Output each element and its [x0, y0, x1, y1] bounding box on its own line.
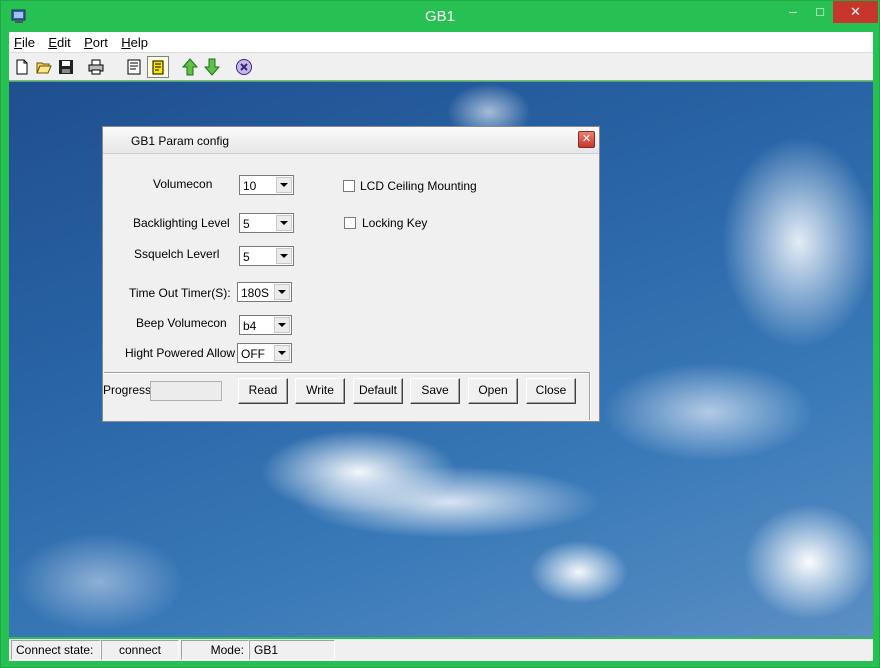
squelch-value: 5: [243, 250, 250, 264]
high-power-label: Hight Powered Allow: [125, 346, 236, 360]
lcd-ceiling-label[interactable]: LCD Ceiling Mounting: [360, 179, 477, 193]
backlighting-select[interactable]: 5: [239, 213, 294, 233]
open-icon: [36, 62, 52, 74]
timeout-select[interactable]: 180S: [237, 282, 292, 302]
default-button[interactable]: Default: [353, 378, 403, 404]
download-button[interactable]: [201, 56, 223, 78]
timeout-label: Time Out Timer(S):: [129, 286, 231, 300]
dialog-divider-vertical: [589, 372, 591, 420]
properties-button[interactable]: [123, 56, 145, 78]
backlighting-value: 5: [243, 217, 250, 231]
beep-select[interactable]: b4: [239, 315, 292, 335]
print-button[interactable]: [85, 56, 107, 78]
chevron-down-icon[interactable]: [276, 215, 292, 231]
dialog-divider: [104, 372, 590, 374]
menu-file-key: F: [14, 35, 22, 50]
lcd-ceiling-checkbox[interactable]: [343, 180, 355, 192]
note-icon: [152, 60, 164, 75]
menu-edit[interactable]: Edit: [43, 32, 75, 50]
dialog-close-button[interactable]: ✕: [578, 131, 595, 148]
open-button[interactable]: [33, 56, 55, 78]
chevron-down-icon[interactable]: [274, 345, 290, 361]
minimize-button[interactable]: –: [779, 1, 807, 23]
chevron-down-icon[interactable]: [274, 317, 290, 333]
volumecon-label: Volumecon: [153, 177, 213, 191]
progress-bar: [150, 381, 222, 401]
read-button[interactable]: Read: [238, 378, 288, 404]
timeout-value: 180S: [241, 286, 270, 300]
volumecon-value: 10: [243, 179, 257, 193]
new-icon: [16, 59, 28, 75]
open-params-button[interactable]: Open: [468, 378, 518, 404]
menu-port-label: ort: [92, 35, 108, 50]
menu-port[interactable]: Port: [79, 32, 113, 50]
print-icon: [88, 59, 104, 75]
menu-edit-key: E: [48, 35, 57, 50]
properties-icon: [127, 59, 141, 75]
squelch-select[interactable]: 5: [239, 246, 294, 266]
mode-value: GB1: [249, 640, 335, 660]
backlighting-label: Backlighting Level: [133, 216, 230, 230]
menu-help[interactable]: Help: [116, 32, 153, 50]
menu-bar: File Edit Port Help: [9, 32, 873, 53]
stop-button[interactable]: [233, 56, 255, 78]
volumecon-select[interactable]: 10: [239, 175, 294, 195]
upload-button[interactable]: [179, 56, 201, 78]
download-icon: [203, 58, 221, 76]
write-button[interactable]: Write: [295, 378, 345, 404]
high-power-value: OFF: [241, 347, 265, 361]
high-power-select[interactable]: OFF: [237, 343, 292, 363]
note-button[interactable]: [147, 56, 169, 78]
connect-state-value: connect: [101, 640, 179, 660]
beep-value: b4: [243, 319, 257, 333]
locking-key-checkbox[interactable]: [344, 217, 356, 229]
maximize-button[interactable]: □: [806, 1, 834, 23]
window-title: GB1: [424, 8, 455, 25]
menu-file[interactable]: File: [9, 32, 40, 50]
upload-icon: [181, 58, 199, 76]
menu-help-key: H: [121, 35, 131, 50]
save-button[interactable]: [55, 56, 77, 78]
progress-label: Progress: [103, 383, 152, 397]
chevron-down-icon[interactable]: [276, 248, 292, 264]
toolbar: [9, 53, 873, 81]
mode-label: Mode:: [181, 640, 249, 660]
new-button[interactable]: [11, 56, 33, 78]
dialog-title-bar[interactable]: GB1 Param config ✕: [103, 127, 599, 154]
status-bar: Connect state: connect Mode: GB1: [9, 639, 873, 661]
dialog-title: GB1 Param config: [131, 134, 230, 148]
locking-key-label[interactable]: Locking Key: [362, 216, 427, 230]
squelch-label: Ssquelch Leverl: [134, 247, 220, 261]
chevron-down-icon[interactable]: [274, 284, 290, 300]
menu-edit-label: dit: [56, 35, 71, 50]
beep-label: Beep Volumecon: [136, 316, 227, 330]
save-icon: [59, 60, 73, 74]
close-dialog-button[interactable]: Close: [526, 378, 576, 404]
save-params-button[interactable]: Save: [410, 378, 460, 404]
menu-help-label: elp: [130, 35, 148, 50]
connect-state-label: Connect state:: [11, 640, 101, 660]
menu-file-label: ile: [21, 35, 35, 50]
menu-port-key: P: [84, 35, 93, 50]
stop-icon: [236, 59, 252, 75]
title-bar[interactable]: GB1 – □ ✕: [1, 1, 879, 32]
chevron-down-icon[interactable]: [276, 177, 292, 193]
close-window-button[interactable]: ✕: [833, 1, 878, 23]
